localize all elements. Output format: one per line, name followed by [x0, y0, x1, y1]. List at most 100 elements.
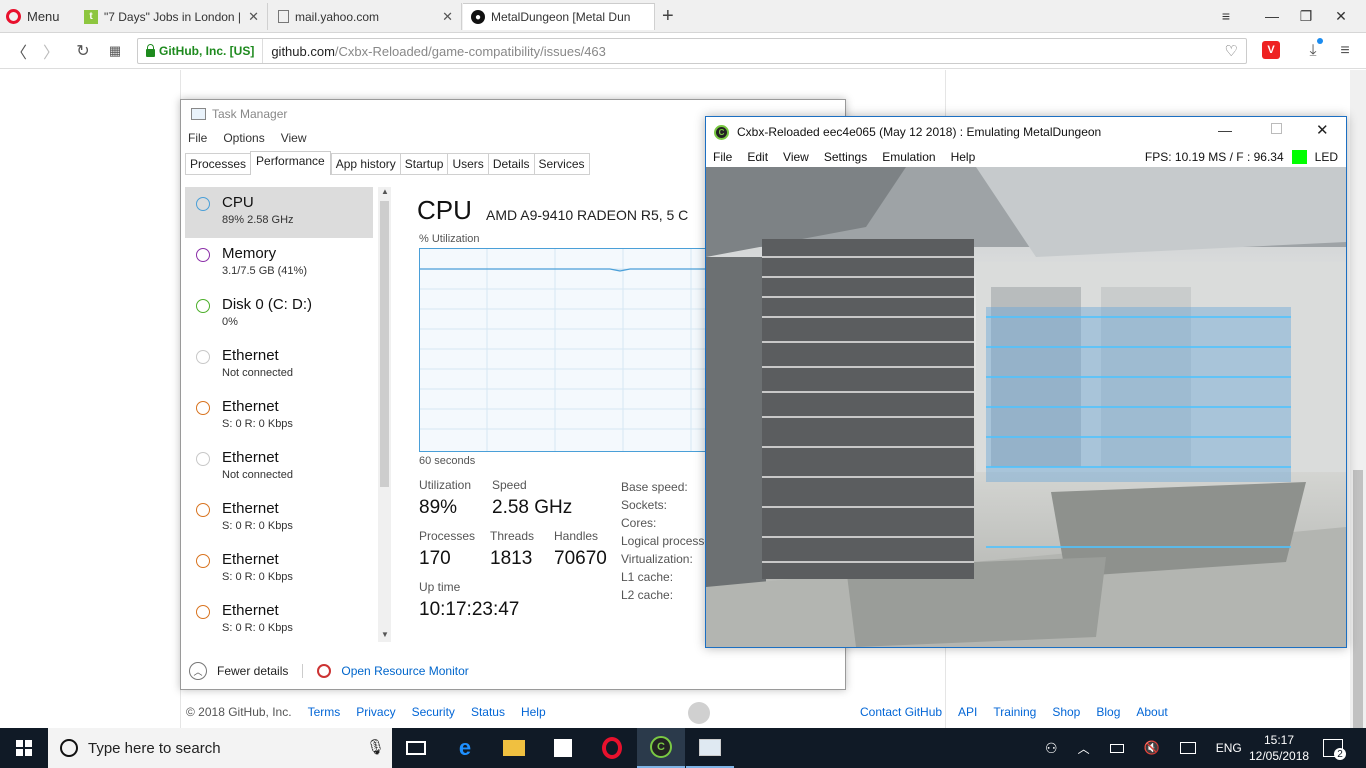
volume-muted-icon[interactable]: 🔇 — [1144, 740, 1160, 756]
task-manager-menubar: File Options View — [188, 131, 307, 145]
language-indicator[interactable]: ENG — [1216, 741, 1242, 755]
battery-icon[interactable] — [1109, 743, 1124, 753]
close-window-icon[interactable]: ✕ — [1318, 0, 1364, 32]
footer-link-security[interactable]: Security — [412, 705, 455, 719]
people-icon[interactable]: ⚇ — [1045, 740, 1058, 757]
scroll-down-icon[interactable]: ▼ — [381, 630, 389, 639]
sidebar-item-ethernet[interactable]: Ethernet Not connected — [185, 340, 373, 391]
reload-icon[interactable]: ↻ — [72, 41, 94, 61]
task-view-button[interactable] — [392, 728, 440, 768]
sidebar-item-detail: S: 0 R: 0 Kbps — [222, 520, 293, 532]
back-icon[interactable]: 〈 — [8, 41, 30, 62]
fewer-details-link[interactable]: Fewer details — [217, 664, 288, 678]
footer-link-shop[interactable]: Shop — [1052, 705, 1080, 719]
tab-users[interactable]: Users — [447, 153, 488, 175]
footer-link-api[interactable]: API — [958, 705, 977, 719]
menu-file[interactable]: File — [713, 150, 732, 164]
footer-link-training[interactable]: Training — [993, 705, 1036, 719]
sidebar-item-ethernet[interactable]: Ethernet Not connected — [185, 442, 373, 493]
minimize-icon[interactable]: — — [1218, 122, 1232, 138]
footer-link-status[interactable]: Status — [471, 705, 505, 719]
sidebar-item-ethernet[interactable]: Ethernet S: 0 R: 0 Kbps — [185, 595, 373, 642]
opera-taskbar-button[interactable] — [588, 728, 636, 768]
edge-app-icon[interactable]: e — [441, 728, 489, 768]
open-resource-monitor-link[interactable]: Open Resource Monitor — [341, 664, 468, 678]
tab-processes[interactable]: Processes — [185, 153, 251, 175]
sidebar-item-memory[interactable]: Memory 3.1/7.5 GB (41%) — [185, 238, 373, 289]
cxbx-titlebar[interactable]: C Cxbx-Reloaded eec4e065 (May 12 2018) :… — [706, 117, 1346, 147]
sidebar-item-ethernet[interactable]: Ethernet S: 0 R: 0 Kbps — [185, 544, 373, 595]
browser-menu-icon[interactable]: ≡ — [1334, 41, 1356, 61]
footer-link-privacy[interactable]: Privacy — [356, 705, 395, 719]
close-tab-icon[interactable]: ✕ — [248, 9, 259, 25]
taskbar-search-box[interactable]: Type here to search 🎙 — [48, 728, 392, 768]
store-button[interactable] — [539, 728, 587, 768]
github-logo-icon[interactable] — [688, 702, 710, 724]
footer-link-terms[interactable]: Terms — [308, 705, 341, 719]
close-window-icon[interactable]: ✕ — [1316, 121, 1329, 139]
sidebar-item-ethernet[interactable]: Ethernet S: 0 R: 0 Kbps — [185, 493, 373, 544]
scrollbar-thumb[interactable] — [380, 201, 389, 487]
spec-l2-cache: L2 cache: — [621, 588, 674, 602]
menu-help[interactable]: Help — [951, 150, 976, 164]
close-tab-icon[interactable]: ✕ — [442, 9, 453, 25]
vivaldi-extension-icon[interactable]: V — [1262, 41, 1280, 59]
footer-divider — [302, 664, 304, 678]
footer-link-help[interactable]: Help — [521, 705, 546, 719]
opera-menu-button[interactable]: Menu — [6, 5, 60, 27]
tab-performance[interactable]: Performance — [250, 151, 331, 175]
cxbx-taskbar-button[interactable]: C — [637, 728, 685, 768]
task-manager-taskbar-button[interactable] — [686, 728, 734, 768]
maximize-icon[interactable] — [1271, 123, 1282, 134]
footer-link-contact[interactable]: Contact GitHub — [860, 705, 942, 719]
browser-tab-jobs[interactable]: t "7 Days" Jobs in London | ✕ — [76, 3, 268, 30]
file-explorer-button[interactable] — [490, 728, 538, 768]
clock[interactable]: 15:17 12/05/2018 — [1249, 732, 1309, 764]
download-icon[interactable]: ⤓ — [1302, 41, 1324, 61]
network-icon[interactable] — [1179, 742, 1196, 754]
menu-file[interactable]: File — [188, 131, 207, 145]
github-footer-right: Contact GitHub API Training Shop Blog Ab… — [860, 705, 1168, 719]
menu-settings[interactable]: Settings — [824, 150, 867, 164]
menu-emulation[interactable]: Emulation — [882, 150, 935, 164]
emulator-game-viewport[interactable] — [706, 167, 1346, 647]
page-scrollbar[interactable] — [1350, 70, 1366, 766]
handles-value: 70670 — [554, 548, 607, 569]
browser-tab-yahoo-mail[interactable]: mail.yahoo.com ✕ — [270, 3, 462, 30]
menu-view[interactable]: View — [281, 131, 307, 145]
tab-startup[interactable]: Startup — [399, 153, 448, 175]
browser-tab-metaldungeon[interactable]: ● MetalDungeon [Metal Dun — [463, 3, 655, 30]
scrollbar-thumb[interactable] — [1353, 470, 1363, 766]
sidebar-scrollbar[interactable]: ▲ ▼ — [378, 187, 391, 642]
forward-icon[interactable]: 〉 — [40, 41, 62, 62]
menu-options[interactable]: Options — [223, 131, 264, 145]
address-field[interactable]: GitHub, Inc. [US] github.com/Cxbx-Reload… — [137, 38, 1247, 64]
show-hidden-icons-chevron-icon[interactable]: ︿ — [1078, 740, 1090, 757]
totaljobs-favicon-icon: t — [84, 9, 98, 24]
bookmark-heart-icon[interactable]: ♡ — [1225, 42, 1238, 60]
start-button[interactable] — [0, 728, 48, 768]
sidebar-item-ethernet[interactable]: Ethernet S: 0 R: 0 Kbps — [185, 391, 373, 442]
new-tab-button[interactable]: + — [662, 5, 674, 28]
security-badge[interactable]: GitHub, Inc. [US] — [138, 39, 264, 63]
tab-menu-icon[interactable]: ≡ — [1203, 0, 1249, 32]
lock-icon — [146, 43, 155, 57]
url-domain: github.com — [271, 43, 335, 59]
tab-details[interactable]: Details — [487, 153, 534, 175]
collapse-chevron-icon[interactable]: ︿ — [189, 662, 207, 680]
menu-view[interactable]: View — [783, 150, 809, 164]
sidebar-item-disk[interactable]: Disk 0 (C: D:) 0% — [185, 289, 373, 340]
menu-edit[interactable]: Edit — [747, 150, 768, 164]
scroll-up-icon[interactable]: ▲ — [381, 187, 389, 196]
tab-app-history[interactable]: App history — [330, 153, 400, 175]
sidebar-item-cpu[interactable]: CPU 89% 2.58 GHz — [185, 187, 373, 238]
ethernet-status-icon — [196, 605, 210, 619]
sidebar-item-detail: S: 0 R: 0 Kbps — [222, 571, 293, 583]
action-center-button[interactable]: 2 — [1323, 739, 1346, 760]
speed-dial-icon[interactable]: ▦ — [104, 41, 126, 61]
microphone-icon[interactable]: 🎙 — [366, 738, 385, 756]
footer-link-about[interactable]: About — [1136, 705, 1167, 719]
fps-readout: FPS: 10.19 MS / F : 96.34 LED — [1145, 150, 1338, 164]
tab-services[interactable]: Services — [533, 153, 590, 175]
footer-link-blog[interactable]: Blog — [1096, 705, 1120, 719]
